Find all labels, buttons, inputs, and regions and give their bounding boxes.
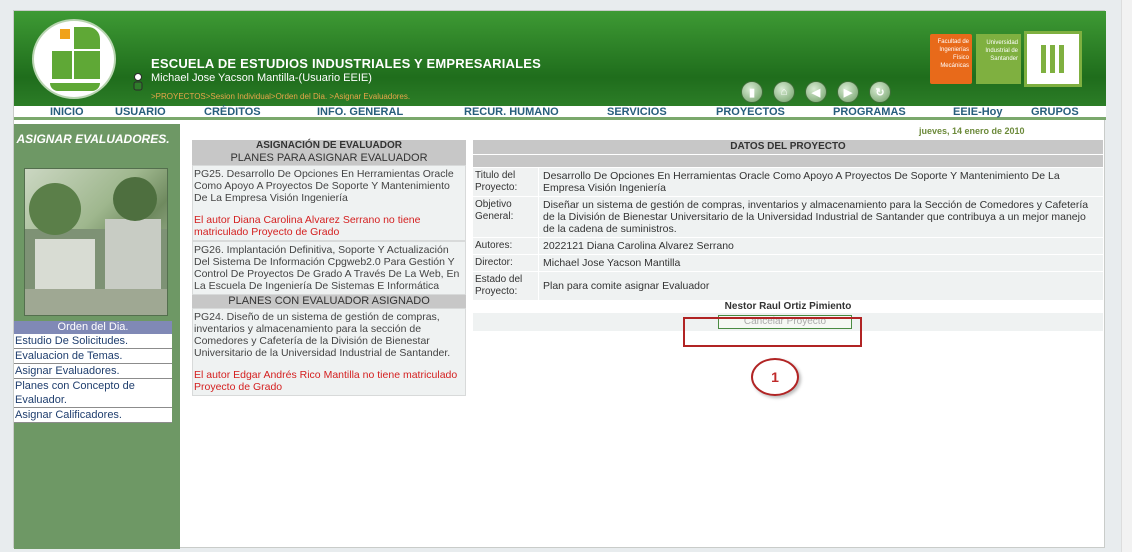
annotation-marker: 1 xyxy=(751,358,799,396)
project-row-director: Director: Michael Jose Yacson Mantilla xyxy=(473,254,1103,271)
uis-logo xyxy=(1024,31,1082,87)
sidebar: ASIGNAR EVALUADORES. Orden del Dia. Estu… xyxy=(14,124,180,549)
field-label: Titulo del Proyecto: xyxy=(473,168,538,196)
sidebar-item-asignar-calificadores[interactable]: Asignar Calificadores. xyxy=(14,408,172,423)
faculty-logo: Facultad de Ingenierías Físico Mecánicas xyxy=(930,34,972,84)
plan-item[interactable]: PG26. Implantación Definitiva, Soporte Y… xyxy=(192,241,466,295)
sidebar-menu: Orden del Dia. Estudio De Solicitudes. E… xyxy=(14,321,172,423)
browser-page: ESCUELA DE ESTUDIOS INDUSTRIALES Y EMPRE… xyxy=(13,10,1106,549)
user-icon xyxy=(133,73,143,91)
field-value: Plan para comite asignar Evaluador xyxy=(538,272,1103,300)
forward-icon[interactable]: ▶ xyxy=(837,81,859,103)
menu-info-general[interactable]: INFO. GENERAL xyxy=(317,106,403,118)
project-row-status: Estado del Proyecto: Plan para comite as… xyxy=(473,271,1103,300)
field-label: Objetivo General: xyxy=(473,197,538,237)
user-name: Michael Jose Yacson Mantilla-(Usuario EE… xyxy=(151,72,372,84)
project-row-authors: Autores: 2022121 Diana Carolina Alvarez … xyxy=(473,237,1103,254)
menu-recur-humano[interactable]: RECUR. HUMANO xyxy=(464,106,559,118)
scrollbar[interactable] xyxy=(1121,0,1132,552)
evaluator-name: Nestor Raul Ortiz Pimiento xyxy=(473,300,1103,313)
plan-title: PG24. Diseño de un sistema de gestión de… xyxy=(194,311,451,359)
field-value: Desarrollo De Opciones En Herramientas O… xyxy=(538,168,1103,196)
field-value: 2022121 Diana Carolina Alvarez Serrano xyxy=(538,238,1103,254)
university-logo-text: Universidad Industrial de Santander xyxy=(976,34,1021,84)
project-row-objective: Objetivo General: Diseñar un sistema de … xyxy=(473,196,1103,237)
field-label: Estado del Proyecto: xyxy=(473,272,538,300)
current-date: jueves, 14 enero de 2010 xyxy=(919,126,1025,136)
project-data-title: DATOS DEL PROYECTO xyxy=(473,140,1103,154)
assigned-plans-header: PLANES CON EVALUADOR ASIGNADO xyxy=(192,295,466,308)
menu-inicio[interactable]: INICIO xyxy=(50,106,84,118)
breadcrumb[interactable]: >PROYECTOS>Sesion Individual>Orden del D… xyxy=(151,92,410,101)
sidebar-menu-title: Orden del Dia. xyxy=(14,321,172,334)
highlight-box xyxy=(683,317,862,347)
main-menu: INICIO USUARIO CRÉDITOS INFO. GENERAL RE… xyxy=(14,106,1106,120)
sidebar-item-asignar-evaluadores[interactable]: Asignar Evaluadores. xyxy=(14,364,172,379)
field-label: Autores: xyxy=(473,238,538,254)
menu-servicios[interactable]: SERVICIOS xyxy=(607,106,667,118)
menu-creditos[interactable]: CRÉDITOS xyxy=(204,106,261,118)
field-value: Michael Jose Yacson Mantilla xyxy=(538,255,1103,271)
menu-grupos[interactable]: GRUPOS xyxy=(1031,106,1079,118)
plan-title: PG26. Implantación Definitiva, Soporte Y… xyxy=(194,244,460,292)
back-icon[interactable]: ◀ xyxy=(805,81,827,103)
header-band xyxy=(473,155,1103,167)
refresh-icon[interactable]: ↻ xyxy=(869,81,891,103)
menu-eeie-hoy[interactable]: EEIE-Hoy xyxy=(953,106,1003,118)
assignment-panel-title: ASIGNACIÓN DE EVALUADOR xyxy=(192,140,466,152)
field-label: Director: xyxy=(473,255,538,271)
plan-warning: El autor Diana Carolina Alvarez Serrano … xyxy=(194,214,421,238)
menu-programas[interactable]: PROGRAMAS xyxy=(833,106,906,118)
pending-plans-header: PLANES PARA ASIGNAR EVALUADOR xyxy=(192,152,466,165)
project-row-title: Titulo del Proyecto: Desarrollo De Opcio… xyxy=(473,167,1103,196)
plan-item[interactable]: PG25. Desarrollo De Opciones En Herramie… xyxy=(192,165,466,241)
plan-warning: El autor Edgar Andrés Rico Mantilla no t… xyxy=(194,369,458,393)
sidebar-item-planes-concepto[interactable]: Planes con Concepto de Evaluador. xyxy=(14,379,172,408)
menu-proyectos[interactable]: PROYECTOS xyxy=(716,106,785,118)
sidebar-item-estudio-solicitudes[interactable]: Estudio De Solicitudes. xyxy=(14,334,172,349)
sidebar-item-evaluacion-temas[interactable]: Evaluacion de Temas. xyxy=(14,349,172,364)
book-icon[interactable]: ▮ xyxy=(741,81,763,103)
site-header: ESCUELA DE ESTUDIOS INDUSTRIALES Y EMPRE… xyxy=(14,11,1106,106)
nav-icon-bar: ▮ ⌂ ◀ ▶ ↻ xyxy=(741,81,891,103)
field-value: Diseñar un sistema de gestión de compras… xyxy=(538,197,1103,237)
assignment-panel: ASIGNACIÓN DE EVALUADOR PLANES PARA ASIG… xyxy=(192,140,466,396)
plan-item[interactable]: PG24. Diseño de un sistema de gestión de… xyxy=(192,308,466,396)
home-icon[interactable]: ⌂ xyxy=(773,81,795,103)
plan-title: PG25. Desarrollo De Opciones En Herramie… xyxy=(194,168,454,204)
sidebar-title: ASIGNAR EVALUADORES. xyxy=(16,132,170,146)
building-photo xyxy=(24,168,168,316)
school-name: ESCUELA DE ESTUDIOS INDUSTRIALES Y EMPRE… xyxy=(151,56,542,71)
menu-usuario[interactable]: USUARIO xyxy=(115,106,166,118)
eeie-logo xyxy=(32,19,116,99)
project-data-panel: DATOS DEL PROYECTO Titulo del Proyecto: … xyxy=(473,140,1103,331)
